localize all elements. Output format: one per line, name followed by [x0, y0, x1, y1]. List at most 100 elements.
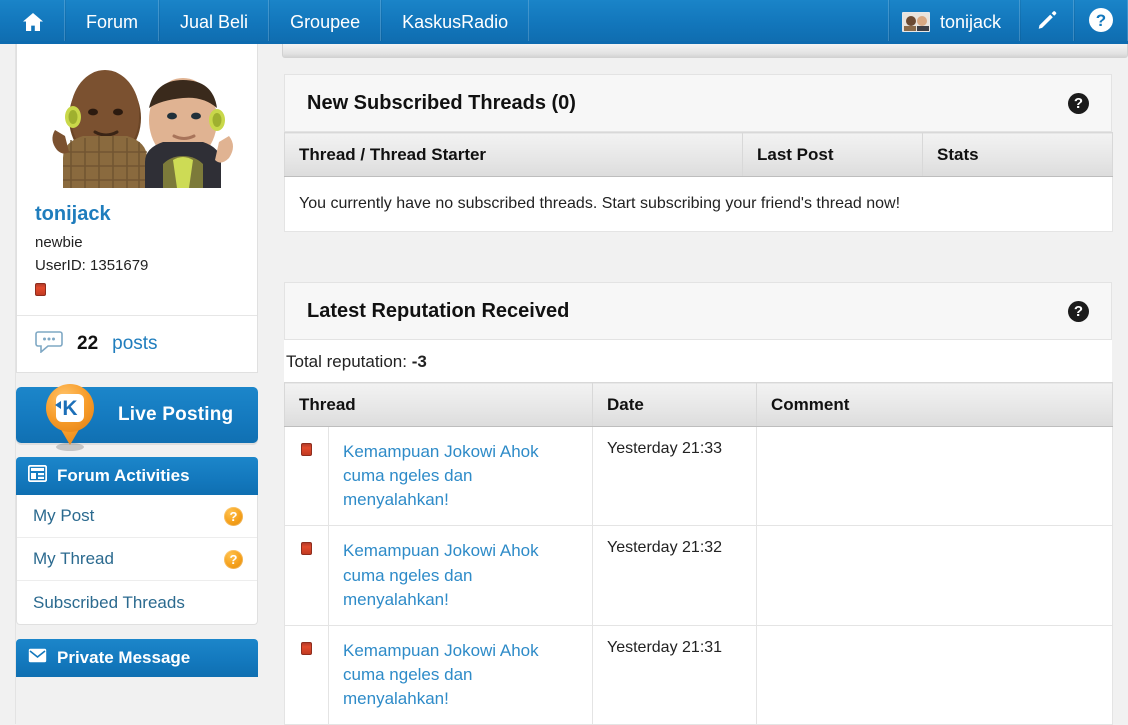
collapsed-panel-strip — [282, 44, 1128, 58]
nav-item-label: KaskusRadio — [402, 11, 509, 32]
column-header-date[interactable]: Date — [592, 382, 757, 427]
latest-reputation-header: Latest Reputation Received ? — [284, 282, 1112, 340]
kaskus-pin-icon: K — [34, 377, 106, 453]
live-posting-label: Live Posting — [118, 404, 234, 425]
latest-reputation-block: Latest Reputation Received ? Total reput… — [284, 282, 1113, 725]
private-message-panel: Private Message — [16, 639, 258, 677]
thread-cell: Kemampuan Jokowi Ahok cuma ngeles dan me… — [328, 624, 593, 725]
total-reputation-label: Total reputation: — [286, 352, 407, 371]
date-cell: Yesterday 21:32 — [592, 525, 757, 626]
sidebar: tonijack newbie UserID: 1351679 22 posts — [16, 44, 258, 677]
profile-card: tonijack newbie UserID: 1351679 22 posts — [16, 44, 258, 373]
profile-userid: UserID: 1351679 — [35, 256, 149, 274]
red-reputation-square-icon — [301, 542, 312, 556]
comment-cell — [756, 624, 1113, 725]
profile-photo-wrapper — [17, 44, 257, 196]
profile-meta: tonijack newbie UserID: 1351679 — [17, 196, 257, 315]
pencil-icon — [1035, 8, 1059, 37]
svg-text:K: K — [62, 397, 77, 420]
date-cell: Yesterday 21:31 — [592, 624, 757, 725]
nav-help-button[interactable]: ? — [1074, 0, 1128, 44]
red-reputation-square-icon — [301, 443, 312, 456]
help-badge-icon[interactable]: ? — [224, 549, 243, 569]
nav-item-kaskusradio[interactable]: KaskusRadio — [381, 0, 530, 44]
live-posting-button[interactable]: K Live Posting — [16, 384, 258, 451]
reputation-icon-cell — [284, 525, 329, 626]
private-message-title: Private Message — [57, 648, 191, 667]
profile-photo — [33, 60, 245, 188]
sidebar-item-label: My Thread — [33, 549, 114, 568]
comment-cell — [756, 525, 1113, 626]
sidebar-item-label: Subscribed Threads — [33, 592, 185, 612]
nav-home-button[interactable] — [0, 0, 65, 44]
reputation-icon-cell — [284, 425, 329, 527]
comment-cell — [756, 425, 1113, 527]
red-reputation-square-icon — [301, 641, 312, 655]
sidebar-item-my-thread[interactable]: My Thread ? — [17, 538, 257, 581]
thread-link[interactable]: Kemampuan Jokowi Ahok cuma ngeles dan me… — [343, 639, 578, 711]
avatar — [901, 12, 930, 32]
help-circle-icon: ? — [1087, 6, 1115, 39]
table-row-empty: You currently have no subscribed threads… — [284, 176, 1113, 232]
profile-rank: newbie — [35, 234, 83, 251]
envelope-icon — [28, 648, 47, 668]
column-header-stats[interactable]: Stats — [922, 132, 1113, 177]
date-cell: Yesterday 21:33 — [592, 425, 757, 527]
private-message-header[interactable]: Private Message — [16, 639, 258, 677]
column-header-thread[interactable]: Thread — [284, 382, 593, 427]
nav-edit-button[interactable] — [1020, 0, 1074, 44]
nav-item-label: Groupee — [290, 11, 361, 32]
red-reputation-square-icon — [35, 283, 46, 296]
new-subscribed-threads-block: New Subscribed Threads (0) ? Thread / Th… — [284, 74, 1113, 232]
profile-username[interactable]: tonijack — [35, 202, 239, 226]
thread-link[interactable]: Kemampuan Jokowi Ahok cuma ngeles dan me… — [343, 440, 578, 512]
table-row: Kemampuan Jokowi Ahok cuma ngeles dan me… — [284, 525, 1113, 626]
top-navigation-bar: Forum Jual Beli Groupee KaskusRadio toni… — [0, 0, 1128, 44]
thread-cell: Kemampuan Jokowi Ahok cuma ngeles dan me… — [328, 425, 593, 527]
forum-activities-title: Forum Activities — [57, 466, 190, 485]
total-reputation-value: -3 — [411, 352, 427, 371]
sidebar-item-subscribed-threads[interactable]: Subscribed Threads — [17, 581, 257, 624]
thread-link[interactable]: Kemampuan Jokowi Ahok cuma ngeles dan me… — [343, 539, 578, 611]
forum-activities-body: My Post ? My Thread ? Subscribed Threads — [16, 495, 258, 625]
left-gutter — [0, 44, 16, 724]
column-header-thread-starter[interactable]: Thread / Thread Starter — [284, 132, 743, 177]
page-body: tonijack newbie UserID: 1351679 22 posts — [0, 44, 1128, 725]
column-header-comment[interactable]: Comment — [756, 382, 1113, 427]
nav-username: tonijack — [939, 11, 1001, 32]
sidebar-item-my-post[interactable]: My Post ? — [17, 495, 257, 538]
posts-label[interactable]: posts — [112, 333, 157, 355]
svg-text:?: ? — [1096, 11, 1106, 30]
reputation-icon-cell — [284, 624, 329, 725]
thread-cell: Kemampuan Jokowi Ahok cuma ngeles dan me… — [328, 525, 593, 626]
nav-item-jual-beli[interactable]: Jual Beli — [159, 0, 270, 44]
profile-posts-row[interactable]: 22 posts — [17, 316, 257, 372]
forum-activities-header[interactable]: Forum Activities — [16, 457, 258, 495]
help-circle-icon[interactable]: ? — [1068, 300, 1089, 322]
nav-user-menu[interactable]: tonijack — [888, 0, 1020, 44]
reputation-table: Thread Date Comment Kemampuan Jokowi Aho… — [284, 382, 1113, 725]
table-row: Kemampuan Jokowi Ahok cuma ngeles dan me… — [284, 624, 1113, 725]
column-header-last-post[interactable]: Last Post — [742, 132, 923, 177]
empty-state-message: You currently have no subscribed threads… — [284, 176, 1113, 232]
page-title: New Subscribed Threads (0) — [307, 91, 576, 114]
help-badge-icon[interactable]: ? — [224, 506, 243, 526]
table-row: Kemampuan Jokowi Ahok cuma ngeles dan me… — [284, 425, 1113, 527]
table-header-row: Thread / Thread Starter Last Post Stats — [284, 132, 1113, 177]
nav-spacer — [529, 0, 889, 44]
table-header-row: Thread Date Comment — [284, 382, 1113, 427]
layout-grid-icon — [27, 464, 48, 487]
section-title: Latest Reputation Received — [307, 299, 570, 322]
new-subscribed-threads-header: New Subscribed Threads (0) ? — [284, 74, 1112, 132]
total-reputation-row: Total reputation: -3 — [284, 340, 1112, 382]
subscribed-threads-table: Thread / Thread Starter Last Post Stats … — [284, 132, 1113, 232]
nav-item-forum[interactable]: Forum — [65, 0, 160, 44]
comment-bubble-icon — [35, 329, 63, 358]
home-icon — [20, 10, 46, 34]
posts-count: 22 — [77, 332, 99, 354]
sidebar-item-label: My Post — [33, 506, 95, 525]
help-circle-icon[interactable]: ? — [1068, 92, 1089, 114]
forum-activities-panel: Forum Activities My Post ? My Thread ? S… — [16, 457, 258, 625]
nav-item-label: Jual Beli — [180, 11, 249, 32]
nav-item-groupee[interactable]: Groupee — [269, 0, 382, 44]
